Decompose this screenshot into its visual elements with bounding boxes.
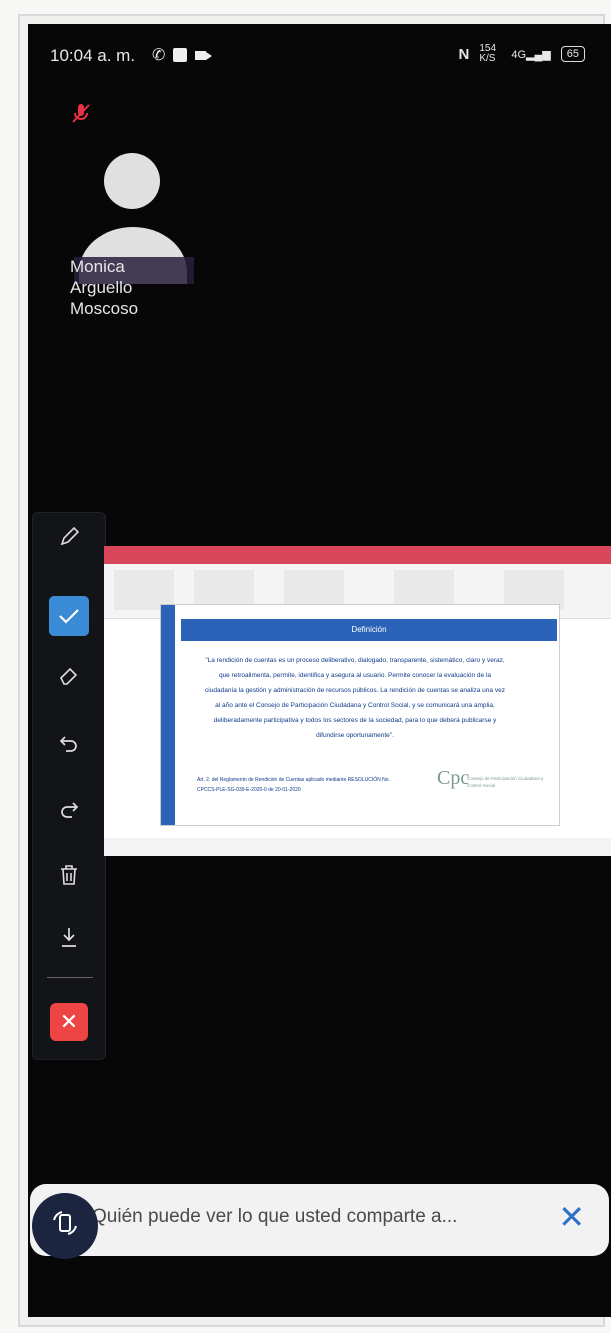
- undo-icon: [59, 733, 79, 759]
- close-annotation-button[interactable]: ✕: [33, 1001, 105, 1043]
- avatar-head: [104, 153, 160, 209]
- whatsapp-icon: ✆: [152, 47, 166, 64]
- pencil-button[interactable]: [33, 519, 105, 561]
- presentation-slide: Definición "La rendición de cuentas es u…: [160, 604, 560, 826]
- shared-screen: Definición "La rendición de cuentas es u…: [104, 546, 611, 856]
- slide-header: Definición: [181, 619, 557, 641]
- phone-screen: 10:04 a. m. ✆ N 154 K/S 4G▂▄▆ 65 Monica …: [28, 24, 611, 1317]
- network-speed: 154 K/S: [479, 43, 497, 64]
- network-type: 4G: [511, 48, 527, 61]
- banner-message: Quién puede ver lo que usted comparte a.…: [92, 1206, 458, 1227]
- undo-button[interactable]: [33, 725, 105, 767]
- square-app-icon: [173, 48, 188, 62]
- participant-name-line3: Moscoso: [70, 299, 139, 318]
- close-icon: ✕: [50, 1003, 88, 1041]
- participant-name-line1: Monica: [70, 257, 125, 276]
- toolbar-separator: [47, 977, 93, 978]
- cpccs-logo: Cpc: [437, 767, 470, 789]
- status-bar: 10:04 a. m. ✆ N 154 K/S 4G▂▄▆ 65: [28, 24, 611, 84]
- trash-button[interactable]: [33, 857, 105, 899]
- annotation-toolbar: ✕: [32, 512, 106, 1060]
- status-system-icons: N 154 K/S 4G▂▄▆ 65: [458, 43, 585, 64]
- trash-icon: [59, 864, 79, 892]
- download-icon: [59, 926, 79, 954]
- participant-name-line2: Arguello: [70, 278, 133, 297]
- eraser-icon: [58, 664, 80, 692]
- rotate-icon: [50, 1208, 80, 1245]
- pencil-icon: [58, 526, 80, 554]
- download-button[interactable]: [33, 919, 105, 961]
- video-camera-icon: [195, 50, 213, 60]
- eraser-button[interactable]: [33, 657, 105, 699]
- slide-body-text: "La rendición de cuentas es un proceso d…: [205, 657, 505, 739]
- slide-side-bar: [161, 605, 175, 825]
- status-time: 10:04 a. m.: [50, 46, 136, 65]
- check-icon: [49, 596, 89, 636]
- microphone-muted-icon: [70, 102, 92, 132]
- check-button[interactable]: [33, 595, 105, 637]
- share-visibility-banner[interactable]: Quién puede ver lo que usted comparte a.…: [30, 1184, 609, 1256]
- slide-footnote: Art. 2. del Reglamento de Rendición de C…: [197, 777, 390, 793]
- shared-app-statusbar: [104, 838, 611, 856]
- battery-icon: 65: [560, 46, 585, 62]
- banner-close-icon[interactable]: ✕: [558, 1198, 585, 1236]
- nfc-icon: N: [458, 45, 470, 63]
- signal-icon: 4G▂▄▆: [511, 48, 551, 61]
- rotate-screen-button[interactable]: [32, 1193, 98, 1259]
- shared-app-titlebar: [104, 546, 611, 564]
- redo-button[interactable]: [33, 791, 105, 833]
- participant-name: Monica Arguello Moscoso: [70, 256, 210, 319]
- redo-icon: [59, 799, 79, 825]
- status-notification-icons: ✆: [152, 45, 213, 65]
- cpccs-logo-text: Consejo de Participación Ciudadana y Con…: [467, 776, 544, 788]
